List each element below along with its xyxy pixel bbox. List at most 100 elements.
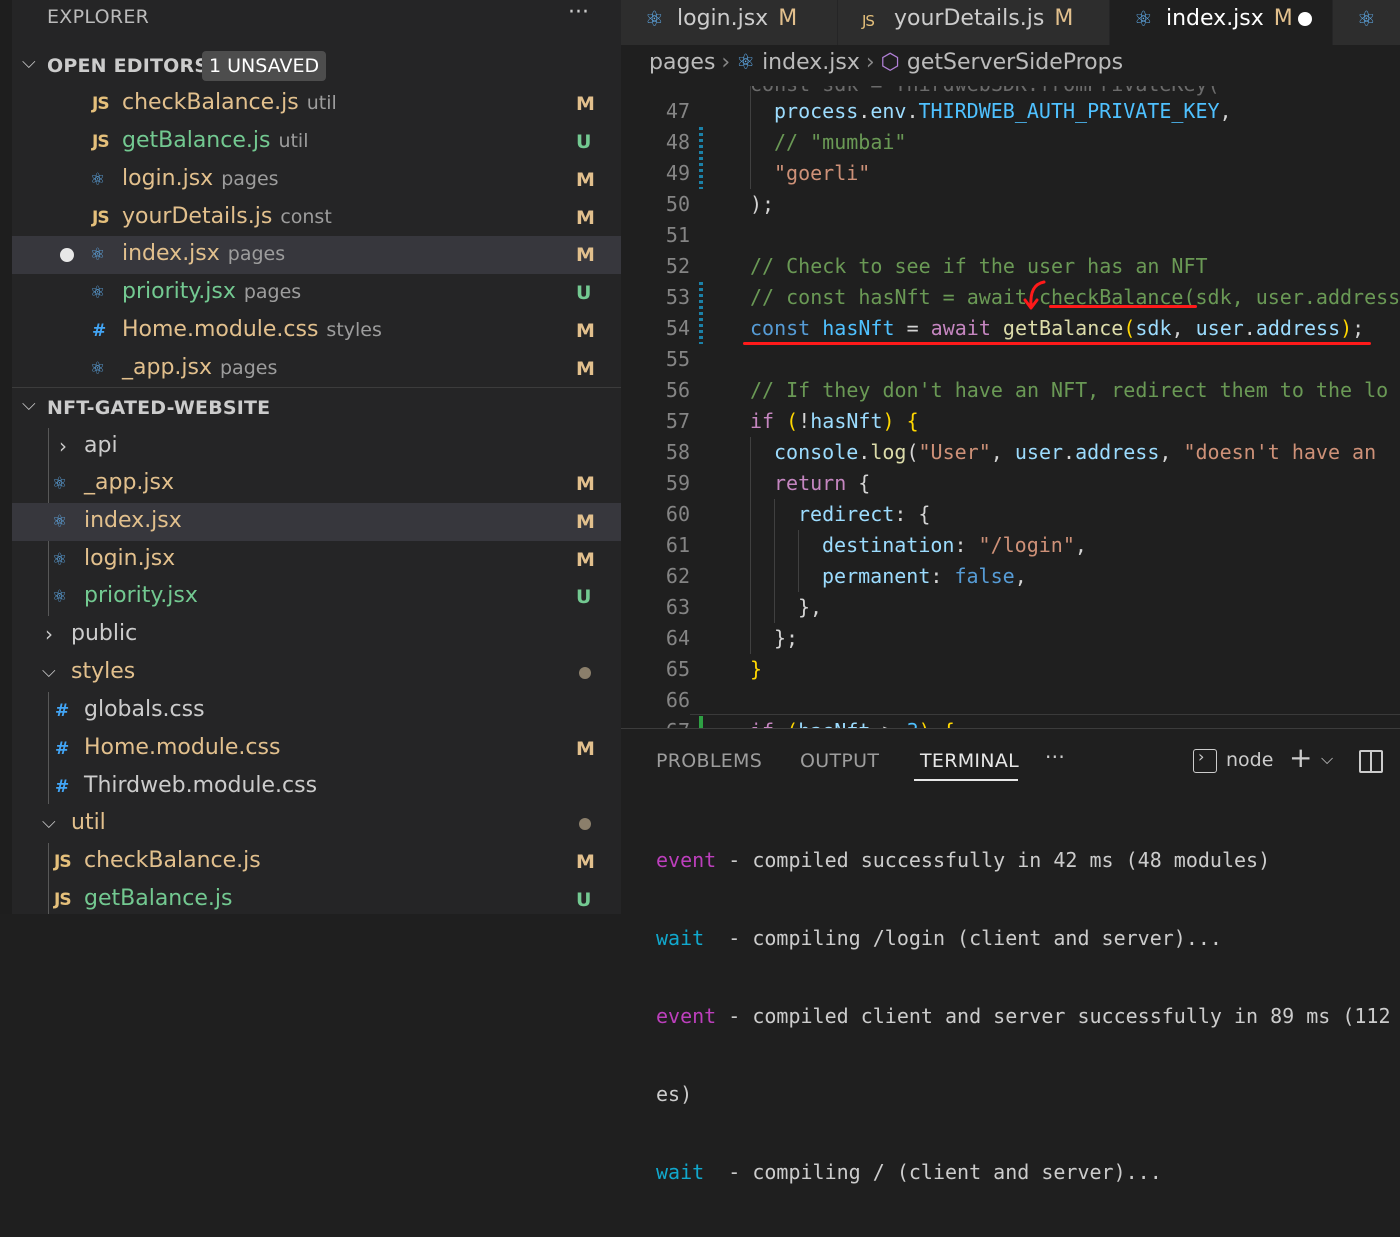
- folder-name: public: [71, 621, 138, 646]
- git-change-marker[interactable]: [699, 282, 703, 344]
- open-editor-item[interactable]: # Home.module.css styles M: [12, 312, 621, 350]
- indent-guide: [750, 86, 751, 189]
- file-folder: styles: [326, 319, 382, 341]
- git-status: U: [576, 586, 592, 608]
- chevron-right-icon: ›: [45, 622, 53, 646]
- react-file-icon: ⚛: [52, 474, 68, 494]
- git-status: M: [576, 169, 595, 191]
- file-name: priority.jsx: [84, 583, 198, 608]
- css-file-icon: #: [92, 321, 107, 341]
- tab-problems[interactable]: PROBLEMS: [656, 750, 762, 772]
- chevron-down-icon: ⌵: [42, 661, 56, 682]
- tree-file[interactable]: ⚛ login.jsx M: [12, 541, 621, 579]
- git-status: M: [576, 358, 595, 380]
- chevron-right-icon: ›: [721, 50, 731, 75]
- react-file-icon: ⚛: [52, 587, 68, 607]
- git-status: U: [576, 282, 592, 304]
- indent-guide: [774, 499, 775, 623]
- js-file-icon: JS: [54, 852, 72, 872]
- tab-index[interactable]: ⚛ index.jsx M: [1110, 0, 1332, 45]
- code-line-58: console.log("User", user.address, "doesn…: [774, 440, 1377, 464]
- terminal-line: es): [656, 1082, 693, 1106]
- tree-file[interactable]: # Home.module.css M: [12, 730, 621, 768]
- indent-guide: [750, 437, 751, 654]
- line-number: 61: [665, 533, 690, 557]
- breadcrumb-symbol[interactable]: getServerSideProps: [907, 50, 1123, 75]
- tree-file[interactable]: ⚛ _app.jsx M: [12, 465, 621, 503]
- line-number: 48: [665, 130, 690, 154]
- open-editor-item[interactable]: ⚛ login.jsx pages M: [12, 161, 621, 199]
- unsaved-badge: 1 UNSAVED: [202, 51, 327, 81]
- line-number: 58: [665, 440, 690, 464]
- breadcrumb-folder[interactable]: pages: [649, 50, 715, 75]
- tab-login[interactable]: ⚛ login.jsx M: [621, 0, 837, 45]
- chevron-down-icon[interactable]: ⌵: [1321, 749, 1333, 769]
- code-line-61: destination: "/login",: [822, 533, 1087, 557]
- open-editor-item[interactable]: ⚛ priority.jsx pages U: [12, 274, 621, 312]
- terminal-shell-icon[interactable]: ›: [1193, 747, 1217, 773]
- react-file-icon: ⚛: [1134, 7, 1153, 31]
- tree-folder-util[interactable]: ⌵ util: [12, 805, 621, 843]
- split-terminal-icon[interactable]: [1359, 750, 1383, 773]
- open-editor-item-active[interactable]: ⚛ index.jsx pages M: [12, 236, 621, 274]
- breadcrumb-file[interactable]: index.jsx: [762, 50, 860, 75]
- tree-folder-public[interactable]: › public: [12, 616, 621, 654]
- tree-file[interactable]: JS getBalance.js U: [12, 881, 621, 914]
- open-editor-item[interactable]: JS yourDetails.js const M: [12, 199, 621, 237]
- line-number: 59: [665, 471, 690, 495]
- line-number: 52: [665, 254, 690, 278]
- shell-name[interactable]: node: [1226, 749, 1273, 771]
- git-change-marker[interactable]: [699, 127, 703, 189]
- tree-folder-styles[interactable]: ⌵ styles: [12, 654, 621, 692]
- file-folder: util: [306, 92, 337, 114]
- js-file-icon: JS: [54, 890, 72, 910]
- file-name: checkBalance.js: [84, 848, 261, 873]
- git-status: M: [576, 738, 595, 760]
- git-add-marker[interactable]: [699, 716, 703, 728]
- folder-name: styles: [71, 659, 136, 684]
- line-number: 60: [665, 502, 690, 526]
- tab-status: M: [778, 6, 798, 31]
- js-file-icon: JS: [862, 12, 875, 30]
- new-terminal-icon[interactable]: +: [1289, 741, 1312, 774]
- open-editor-item[interactable]: ⚛ _app.jsx pages M: [12, 350, 621, 388]
- editor-tab-bar: ⚛ login.jsx M JS yourDetails.js M ⚛ index.…: [621, 0, 1400, 45]
- code-line-67: if (hasNft > 3) {: [750, 716, 955, 728]
- explorer-sidebar: EXPLORER ··· ⌵ OPEN EDITORS 1 UNSAVED JS…: [0, 0, 621, 914]
- file-name: yourDetails.js: [122, 204, 273, 229]
- terminal-output[interactable]: event - compiled successfully in 42 ms (…: [656, 795, 1391, 1237]
- code-editor[interactable]: const sdk = ThirdwebSDK.fromPrivateKey( …: [621, 86, 1400, 728]
- tree-file[interactable]: # Thirdweb.module.css: [12, 768, 621, 806]
- annotation-underline: [743, 342, 1371, 345]
- bottom-panel: PROBLEMS OUTPUT TERMINAL ··· › node + ⌵ …: [621, 728, 1400, 1184]
- terminal-line: event - compiled successfully in 42 ms (…: [656, 848, 1271, 872]
- code-line-48: // "mumbai": [774, 130, 907, 154]
- tree-file[interactable]: ⚛ priority.jsx U: [12, 578, 621, 616]
- tree-folder-api[interactable]: › api: [12, 428, 621, 466]
- git-status: U: [576, 131, 592, 153]
- tree-file[interactable]: # globals.css: [12, 692, 621, 730]
- tree-file[interactable]: JS checkBalance.js M: [12, 843, 621, 881]
- chevron-right-icon: ›: [59, 434, 67, 458]
- tab-output[interactable]: OUTPUT: [800, 750, 879, 772]
- explorer-more-icon[interactable]: ···: [568, 0, 589, 25]
- unsaved-dot-icon[interactable]: [60, 248, 74, 262]
- unsaved-dot-icon[interactable]: [1298, 12, 1312, 26]
- line-number: 67: [621, 716, 690, 728]
- line-number: 64: [665, 626, 690, 650]
- file-name: login.jsx: [122, 166, 214, 191]
- project-header[interactable]: ⌵ NFT-GATED-WEBSITE: [12, 389, 621, 427]
- line-number: 62: [665, 564, 690, 588]
- open-editor-item[interactable]: JS checkBalance.js util M: [12, 85, 621, 123]
- open-editor-item[interactable]: JS getBalance.js util U: [12, 123, 621, 161]
- tab-status: M: [1273, 6, 1293, 31]
- panel-more-icon[interactable]: ···: [1045, 745, 1065, 769]
- tab-terminal[interactable]: TERMINAL: [920, 750, 1019, 772]
- tab-yourdetails[interactable]: JS yourDetails.js M: [838, 0, 1109, 45]
- react-file-icon: ⚛: [90, 245, 106, 265]
- tab-overflow[interactable]: ⚛: [1333, 0, 1400, 45]
- tree-file-selected[interactable]: ⚛ index.jsx M: [12, 503, 621, 541]
- scroll-shadow: [690, 714, 1400, 715]
- code-line-64: };: [774, 626, 799, 650]
- indent-guide: [798, 530, 799, 592]
